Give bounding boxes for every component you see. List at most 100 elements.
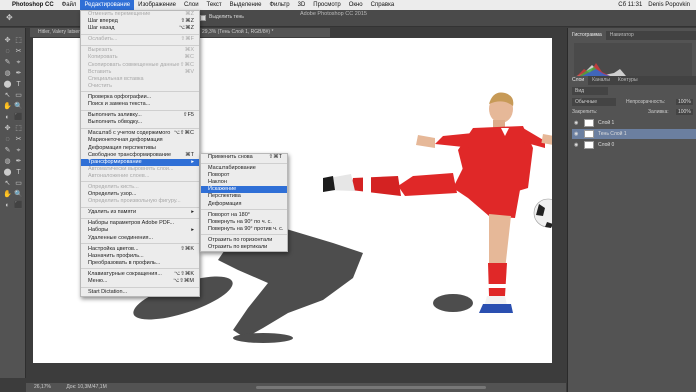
horizontal-scrollbar[interactable] bbox=[256, 386, 486, 389]
marquee-tool-icon[interactable]: ⬚ bbox=[14, 124, 23, 133]
menu-item-label: Удалить из памяти bbox=[88, 209, 137, 216]
menu-item[interactable]: Удалить из памяти ▸ bbox=[81, 209, 199, 216]
menu-item[interactable]: Перспектива bbox=[201, 193, 287, 200]
menu-item[interactable]: Деформация bbox=[201, 201, 287, 208]
healing-tool-icon[interactable]: ◍ bbox=[3, 69, 12, 78]
brush-tool-icon[interactable]: ✎ bbox=[3, 58, 12, 67]
move-tool-icon[interactable]: ✥ bbox=[3, 36, 12, 45]
menu-item[interactable]: Назначить профиль... bbox=[81, 253, 199, 260]
menu-item[interactable]: Повернуть на 90° по ч. с. bbox=[201, 219, 287, 226]
stamp-tool-icon[interactable]: ⬤ bbox=[3, 168, 12, 177]
menu-item[interactable]: Преобразовать в профиль... bbox=[81, 260, 199, 267]
layer-kind-filter[interactable]: Вид bbox=[572, 87, 608, 95]
menu-item[interactable]: Марионеточная деформация bbox=[81, 137, 199, 144]
stamp-tool-icon[interactable]: ⬤ bbox=[3, 80, 12, 89]
zoom-tool-icon[interactable]: 🔍 bbox=[14, 190, 23, 199]
menubar-item[interactable]: Слои bbox=[180, 0, 203, 10]
move-tool-icon[interactable]: ✥ bbox=[3, 124, 12, 133]
menu-item[interactable]: Выполнить заливку... ⇧F5 bbox=[81, 112, 199, 119]
dodge-tool-icon[interactable]: ◐ bbox=[3, 113, 12, 122]
lasso-tool-icon[interactable]: ◌ bbox=[3, 47, 12, 56]
menu-item[interactable]: Start Dictation... bbox=[81, 289, 199, 296]
menu-item[interactable]: Наборы ▸ bbox=[81, 227, 199, 234]
tab-layers[interactable]: Слои bbox=[568, 76, 589, 85]
fill-input[interactable]: 100% bbox=[676, 109, 693, 115]
menu-item[interactable]: Проверка орфографии... bbox=[81, 94, 199, 101]
tab-channels[interactable]: Каналы bbox=[588, 76, 614, 85]
menu-item[interactable]: Деформация перспективы bbox=[81, 145, 199, 152]
menu-item[interactable]: Масштабирование bbox=[201, 165, 287, 172]
tab-paths[interactable]: Контуры bbox=[614, 76, 642, 85]
menu-item[interactable]: Наклон bbox=[201, 179, 287, 186]
brush-tool-icon[interactable]: ✎ bbox=[3, 146, 12, 155]
hand-tool-icon[interactable]: ✋ bbox=[3, 102, 12, 111]
shape-tool-icon[interactable]: ▭ bbox=[14, 91, 23, 100]
path-select-tool-icon[interactable]: ↖ bbox=[3, 91, 12, 100]
menu-item[interactable]: Трансформирование ▸ bbox=[81, 158, 199, 166]
layer-row[interactable]: ◉ Тень Слой 1 bbox=[572, 129, 696, 139]
tab-histogram[interactable]: Гистограмма bbox=[568, 31, 606, 40]
menubar-item[interactable]: Текст bbox=[203, 0, 226, 10]
apple-menu-icon[interactable] bbox=[0, 0, 8, 10]
menu-item[interactable]: Определить узор... bbox=[81, 191, 199, 198]
color-swatch-icon[interactable]: ⬛ bbox=[14, 113, 23, 122]
eyedropper-tool-icon[interactable]: ⌖ bbox=[14, 58, 23, 67]
opacity-input[interactable]: 100% bbox=[676, 99, 693, 105]
menu-item[interactable]: Наборы параметров Adobe PDF... bbox=[81, 220, 199, 227]
menubar-item[interactable]: Фильтр bbox=[265, 0, 293, 10]
menu-item[interactable]: Выполнить обводку... bbox=[81, 119, 199, 126]
menubar-item[interactable]: Редактирование bbox=[80, 0, 135, 10]
eyedropper-tool-icon[interactable]: ⌖ bbox=[14, 146, 23, 155]
blend-mode-select[interactable]: Обычные bbox=[572, 98, 616, 106]
menubar-item[interactable]: Окно bbox=[345, 0, 367, 10]
path-select-tool-icon[interactable]: ↖ bbox=[3, 179, 12, 188]
menu-item[interactable]: Свободное трансформирование ⌘T bbox=[81, 152, 199, 159]
menu-item[interactable]: Клавиатурные сокращения... ⌥⇧⌘K bbox=[81, 271, 199, 278]
lasso-tool-icon[interactable]: ◌ bbox=[3, 135, 12, 144]
clock[interactable]: Сб 11:31 bbox=[618, 2, 642, 8]
color-swatch-icon[interactable]: ⬛ bbox=[14, 201, 23, 210]
menu-item[interactable]: Шаг назад ⌥⌘Z bbox=[81, 25, 199, 32]
dodge-tool-icon[interactable]: ◐ bbox=[3, 201, 12, 210]
menubar-item[interactable]: Выделение bbox=[226, 0, 266, 10]
menubar-item[interactable]: Файл bbox=[58, 0, 81, 10]
menu-item[interactable]: Отразить по вертикали bbox=[201, 244, 287, 251]
eye-icon[interactable]: ◉ bbox=[574, 140, 578, 150]
menu-item[interactable]: Применить снова ⇧⌘T bbox=[201, 154, 287, 161]
menu-item[interactable]: Поиск и замена текста... bbox=[81, 101, 199, 108]
pen-tool-icon[interactable]: ✒ bbox=[14, 69, 23, 78]
zoom-tool-icon[interactable]: 🔍 bbox=[14, 102, 23, 111]
crop-tool-icon[interactable]: ✂ bbox=[14, 135, 23, 144]
menubar-item[interactable]: Photoshop CC bbox=[8, 0, 58, 10]
menu-item[interactable]: Меню... ⌥⇧⌘M bbox=[81, 278, 199, 285]
move-tool-icon[interactable]: ✥ bbox=[6, 14, 14, 22]
user-name[interactable]: Denis Popovkin bbox=[648, 2, 690, 8]
menu-item[interactable]: Настройка цветов... ⇧⌘K bbox=[81, 246, 199, 253]
layer-row[interactable]: ◉ Слой 1 bbox=[572, 118, 696, 128]
menubar-item[interactable]: Справка bbox=[367, 0, 399, 10]
shadow-checkbox[interactable] bbox=[200, 15, 206, 21]
status-zoom[interactable]: 26,17% bbox=[34, 384, 51, 390]
menu-item[interactable]: Удаленные соединения... bbox=[81, 235, 199, 242]
type-tool-icon[interactable]: T bbox=[14, 80, 23, 89]
marquee-tool-icon[interactable]: ⬚ bbox=[14, 36, 23, 45]
pen-tool-icon[interactable]: ✒ bbox=[14, 157, 23, 166]
menubar-item[interactable]: Просмотр bbox=[309, 0, 344, 10]
menu-item[interactable]: Масштаб с учетом содержимого ⌥⇧⌘C bbox=[81, 130, 199, 137]
crop-tool-icon[interactable]: ✂ bbox=[14, 47, 23, 56]
tab-navigator[interactable]: Навигатор bbox=[606, 31, 638, 40]
eye-icon[interactable]: ◉ bbox=[574, 118, 578, 128]
menu-item[interactable]: Поворот на 180° bbox=[201, 212, 287, 219]
hand-tool-icon[interactable]: ✋ bbox=[3, 190, 12, 199]
menubar-item[interactable]: Изображение bbox=[134, 0, 180, 10]
menu-item[interactable]: Отразить по горизонтали bbox=[201, 237, 287, 244]
menu-item[interactable]: Искажение bbox=[201, 186, 287, 194]
shape-tool-icon[interactable]: ▭ bbox=[14, 179, 23, 188]
menu-item[interactable]: Повернуть на 90° против ч. с. bbox=[201, 226, 287, 233]
menubar-item[interactable]: 3D bbox=[294, 0, 310, 10]
eye-icon[interactable]: ◉ bbox=[574, 129, 578, 139]
healing-tool-icon[interactable]: ◍ bbox=[3, 157, 12, 166]
layer-row[interactable]: ◉ Слой 0 bbox=[572, 140, 696, 150]
menu-item[interactable]: Поворот bbox=[201, 172, 287, 179]
type-tool-icon[interactable]: T bbox=[14, 168, 23, 177]
